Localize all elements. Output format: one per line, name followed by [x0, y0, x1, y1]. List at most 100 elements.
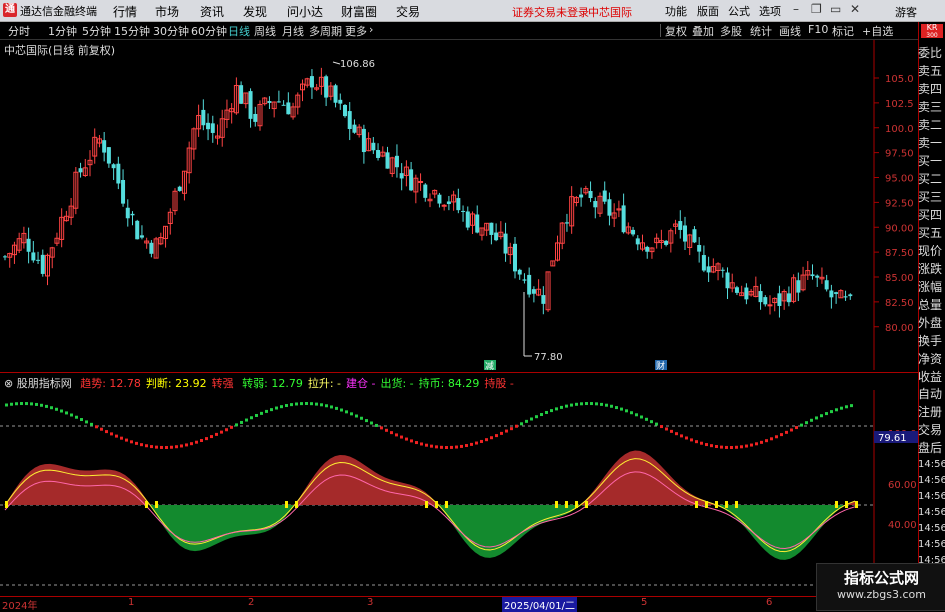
- signal-dot: [420, 442, 423, 446]
- btn-f10[interactable]: F10: [808, 23, 828, 36]
- btn-tongji[interactable]: 统计: [750, 23, 772, 39]
- menu-faxian[interactable]: 发现: [243, 3, 267, 20]
- btn-diejia[interactable]: 叠加: [692, 23, 714, 39]
- trade-login-warning[interactable]: 证券交易未登录: [512, 4, 589, 20]
- menu-caifuquan[interactable]: 财富圈: [341, 3, 377, 20]
- period-more[interactable]: 更多: [345, 23, 367, 39]
- menu-gongneng[interactable]: 功能: [665, 3, 687, 19]
- signal-dot: [785, 430, 788, 434]
- signal-dot: [380, 426, 383, 430]
- signal-dot: [770, 437, 773, 441]
- side-lower-label[interactable]: 注册: [918, 403, 945, 421]
- candle-body: [513, 243, 517, 272]
- signal-dot: [145, 444, 148, 448]
- period-daily[interactable]: 日线: [228, 23, 250, 39]
- side-lower-label[interactable]: 交易: [918, 421, 945, 439]
- candle-body: [645, 246, 650, 252]
- more-chevron-icon[interactable]: ›: [369, 23, 373, 36]
- signal-dot: [765, 439, 768, 443]
- btn-fuquan[interactable]: 复权: [665, 23, 687, 39]
- close-icon[interactable]: ✕: [850, 2, 860, 16]
- guest-label[interactable]: 游客: [895, 4, 917, 20]
- btn-biaoji[interactable]: 标记: [832, 23, 854, 39]
- signal-dot: [460, 444, 463, 448]
- candle-body: [139, 235, 144, 238]
- signal-dot: [635, 413, 638, 417]
- bear-area: [5, 505, 855, 560]
- signal-dot: [125, 438, 128, 442]
- period-30min[interactable]: 30分钟: [153, 23, 189, 39]
- minimize-icon[interactable]: –: [793, 2, 799, 16]
- menu-zixun[interactable]: 资讯: [200, 3, 224, 20]
- btn-huaxian[interactable]: 画线: [779, 23, 801, 39]
- candle-body: [697, 245, 702, 252]
- period-multi[interactable]: 多周期: [309, 23, 342, 39]
- candle-body: [796, 280, 801, 293]
- signal-dot: [225, 428, 228, 432]
- quote-labels: 委比 卖五 卖四 卖三 卖二 卖一 买一 买二 买三 买四 买五 现价 涨跌 涨幅 总量 外盘 换手 净资 收益: [918, 44, 945, 386]
- signal-dot: [600, 402, 603, 406]
- signal-dot: [645, 417, 648, 421]
- signal-bar: [715, 501, 718, 508]
- signal-dot: [95, 425, 98, 429]
- candle-body: [683, 225, 687, 242]
- candle-body: [531, 289, 536, 294]
- btn-zixuan[interactable]: +自选: [862, 23, 893, 39]
- side-lower-label[interactable]: 自动: [918, 385, 945, 403]
- signal-dot: [740, 445, 743, 449]
- period-1min[interactable]: 1分钟: [48, 23, 77, 39]
- quote-label: 净资: [918, 352, 943, 366]
- signal-dot: [65, 411, 68, 415]
- candle-body: [125, 207, 130, 219]
- candle-body: [465, 211, 470, 228]
- candle-body: [338, 99, 343, 104]
- btn-duogu[interactable]: 多股: [720, 23, 742, 39]
- price-tick-label: 92.50: [885, 198, 914, 209]
- signal-dot: [160, 445, 163, 449]
- menu-banmian[interactable]: 版面: [697, 3, 719, 19]
- signal-dot: [120, 436, 123, 440]
- signal-dot: [445, 445, 448, 449]
- signal-dot: [505, 429, 508, 433]
- signal-bar: [575, 501, 578, 508]
- candle-body: [631, 229, 636, 235]
- indicator-name[interactable]: 股朋指标网: [17, 377, 72, 390]
- period-monthly[interactable]: 月线: [282, 23, 304, 39]
- date-label: 1: [128, 597, 135, 608]
- period-15min[interactable]: 15分钟: [114, 23, 150, 39]
- indicator-chart[interactable]: 100.0 60.00 40.00 79.61: [0, 390, 918, 596]
- indicator-item: 转强: [211, 377, 238, 390]
- period-60min[interactable]: 60分钟: [191, 23, 227, 39]
- candle-body: [475, 214, 480, 233]
- candle-body: [267, 101, 272, 103]
- signal-dot: [170, 445, 173, 449]
- signal-dot: [585, 402, 588, 406]
- signal-dot: [325, 404, 328, 408]
- price-chart[interactable]: 105.0 102.5 100.0 97.50 95.00 92.50 90.00 87.50…: [0, 40, 918, 370]
- menu-gongshi[interactable]: 公式: [728, 3, 750, 19]
- menu-jiaoyi[interactable]: 交易: [396, 3, 420, 20]
- candle-body: [121, 179, 126, 204]
- menu-xuanxiang[interactable]: 选项: [759, 3, 781, 19]
- indicator-close-icon[interactable]: ⊗: [4, 377, 13, 390]
- restore-icon[interactable]: ❐: [811, 2, 822, 16]
- candle-body: [177, 186, 182, 191]
- period-weekly[interactable]: 周线: [254, 23, 276, 39]
- signal-bar: [425, 501, 428, 508]
- signal-dot: [825, 412, 828, 416]
- side-lower-label[interactable]: 盘后: [918, 439, 945, 457]
- signal-bar: [445, 501, 448, 508]
- menu-shichang[interactable]: 市场: [155, 3, 179, 20]
- period-5min[interactable]: 5分钟: [82, 23, 111, 39]
- menu-icon[interactable]: ▭: [830, 2, 841, 16]
- signal-dot: [520, 422, 523, 426]
- quote-label: 收益: [918, 370, 943, 384]
- period-fenshi[interactable]: 分时: [8, 23, 30, 39]
- signal-dot: [515, 424, 518, 428]
- signal-dot: [310, 402, 313, 406]
- price-tick-label: 82.50: [885, 298, 914, 309]
- menu-wenxiaoda[interactable]: 问小达: [287, 3, 323, 20]
- signal-dot: [330, 405, 333, 409]
- candle-body: [116, 163, 121, 184]
- menu-hangqing[interactable]: 行情: [113, 3, 137, 20]
